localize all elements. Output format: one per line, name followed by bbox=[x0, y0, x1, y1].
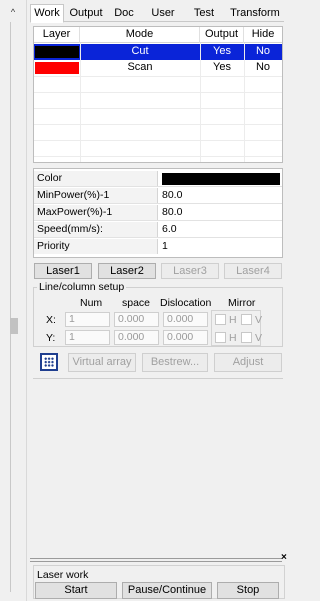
y-mirror-v-label: V bbox=[255, 332, 263, 344]
laser2-button[interactable]: Laser2 bbox=[98, 263, 156, 279]
prop-row-speed[interactable]: Speed(mm/s): 6.0 bbox=[34, 222, 282, 238]
layer-mode: Cut bbox=[131, 45, 149, 57]
x-mirror-h-checkbox[interactable] bbox=[215, 314, 226, 325]
scroll-up-icon[interactable]: ^ bbox=[6, 6, 20, 18]
color-value-box[interactable] bbox=[162, 173, 280, 185]
mirror-header: Mirror bbox=[228, 297, 256, 309]
y-label: Y: bbox=[46, 332, 56, 344]
speed-value[interactable]: 6.0 bbox=[162, 222, 280, 237]
x-num-field[interactable]: 1 bbox=[65, 312, 110, 327]
x-mirror-v-checkbox[interactable] bbox=[241, 314, 252, 325]
num-header: Num bbox=[80, 297, 103, 309]
y-mirror-h-label: H bbox=[229, 332, 237, 344]
grid-column-line bbox=[200, 43, 201, 162]
layer-properties-grid: Color MinPower(%)-1 80.0 MaxPower(%)-1 8… bbox=[33, 168, 283, 258]
space-header: space bbox=[122, 297, 151, 309]
array-grid-icon[interactable] bbox=[40, 353, 58, 371]
header-hide[interactable]: Hide bbox=[244, 27, 282, 43]
scroll-thumb[interactable] bbox=[10, 318, 18, 334]
x-mirror-v-label: V bbox=[255, 314, 263, 326]
left-scroll-strip: ^ bbox=[0, 0, 27, 601]
y-dislocation-field[interactable]: 0.000 bbox=[163, 330, 208, 345]
max-power-label: MaxPower(%)-1 bbox=[34, 205, 158, 220]
layer-table-header: Layer Mode Output Hide bbox=[34, 27, 282, 43]
bestrew-button[interactable]: Bestrew... bbox=[142, 353, 208, 372]
x-dislocation-field[interactable]: 0.000 bbox=[163, 312, 208, 327]
tab-test[interactable]: Test bbox=[187, 4, 221, 22]
laser3-button[interactable]: Laser3 bbox=[161, 263, 219, 279]
stop-button[interactable]: Stop bbox=[217, 582, 279, 599]
tab-doc[interactable]: Doc bbox=[108, 4, 140, 22]
x-space-field[interactable]: 0.000 bbox=[114, 312, 159, 327]
header-layer[interactable]: Layer bbox=[34, 27, 80, 43]
layer-hide[interactable]: No bbox=[244, 60, 282, 76]
priority-value[interactable]: 1 bbox=[162, 239, 280, 254]
layer-color-swatch-red[interactable] bbox=[35, 62, 79, 74]
laser4-button[interactable]: Laser4 bbox=[224, 263, 282, 279]
y-mirror-h-checkbox[interactable] bbox=[215, 332, 226, 343]
header-mode[interactable]: Mode bbox=[80, 27, 200, 43]
layer-output[interactable]: Yes bbox=[200, 44, 244, 60]
max-power-value[interactable]: 80.0 bbox=[162, 205, 280, 220]
color-label: Color bbox=[34, 171, 158, 186]
y-num-field[interactable]: 1 bbox=[65, 330, 110, 345]
x-label: X: bbox=[46, 314, 56, 326]
tab-transform[interactable]: Transform bbox=[226, 4, 284, 22]
laser1-button[interactable]: Laser1 bbox=[34, 263, 92, 279]
tab-bar: Work Output Doc User Test Transform bbox=[30, 4, 284, 23]
close-icon[interactable]: × bbox=[281, 552, 287, 563]
layer-hide[interactable]: No bbox=[244, 44, 282, 60]
work-panel: Work Output Doc User Test Transform Laye… bbox=[30, 0, 288, 601]
priority-label: Priority bbox=[34, 239, 158, 254]
x-mirror-h-label: H bbox=[229, 314, 237, 326]
section-divider bbox=[33, 378, 283, 379]
prop-row-min-power[interactable]: MinPower(%)-1 80.0 bbox=[34, 188, 282, 204]
layer-mode: Scan bbox=[127, 61, 153, 73]
tab-user[interactable]: User bbox=[146, 4, 180, 22]
virtual-array-button[interactable]: Virtual array bbox=[68, 353, 136, 372]
header-output[interactable]: Output bbox=[200, 27, 244, 43]
y-mirror-v-checkbox[interactable] bbox=[241, 332, 252, 343]
grid-column-line bbox=[244, 43, 245, 162]
tab-work[interactable]: Work bbox=[30, 4, 64, 23]
start-button[interactable]: Start bbox=[35, 582, 117, 599]
prop-row-color[interactable]: Color bbox=[34, 171, 282, 187]
prop-row-priority[interactable]: Priority 1 bbox=[34, 239, 282, 255]
min-power-label: MinPower(%)-1 bbox=[34, 188, 158, 203]
tab-output[interactable]: Output bbox=[66, 4, 106, 22]
dislocation-header: Dislocation bbox=[160, 297, 212, 309]
line-column-title: Line/column setup bbox=[37, 281, 127, 293]
adjust-button[interactable]: Adjust bbox=[214, 353, 282, 372]
min-power-value[interactable]: 80.0 bbox=[162, 188, 280, 203]
speed-label: Speed(mm/s): bbox=[34, 222, 158, 237]
panel-splitter-line[interactable] bbox=[30, 561, 282, 562]
panel-splitter-line[interactable] bbox=[30, 558, 282, 559]
layer-color-swatch-black[interactable] bbox=[35, 46, 79, 58]
layer-output[interactable]: Yes bbox=[200, 60, 244, 76]
prop-row-max-power[interactable]: MaxPower(%)-1 80.0 bbox=[34, 205, 282, 221]
grid-column-line bbox=[80, 43, 81, 162]
pause-continue-button[interactable]: Pause/Continue bbox=[122, 582, 212, 599]
layer-table[interactable]: Layer Mode Output Hide Cut Yes No Scan Y… bbox=[33, 26, 283, 163]
y-space-field[interactable]: 0.000 bbox=[114, 330, 159, 345]
scroll-track[interactable] bbox=[10, 22, 11, 592]
laser-work-title: Laser work bbox=[37, 569, 89, 581]
